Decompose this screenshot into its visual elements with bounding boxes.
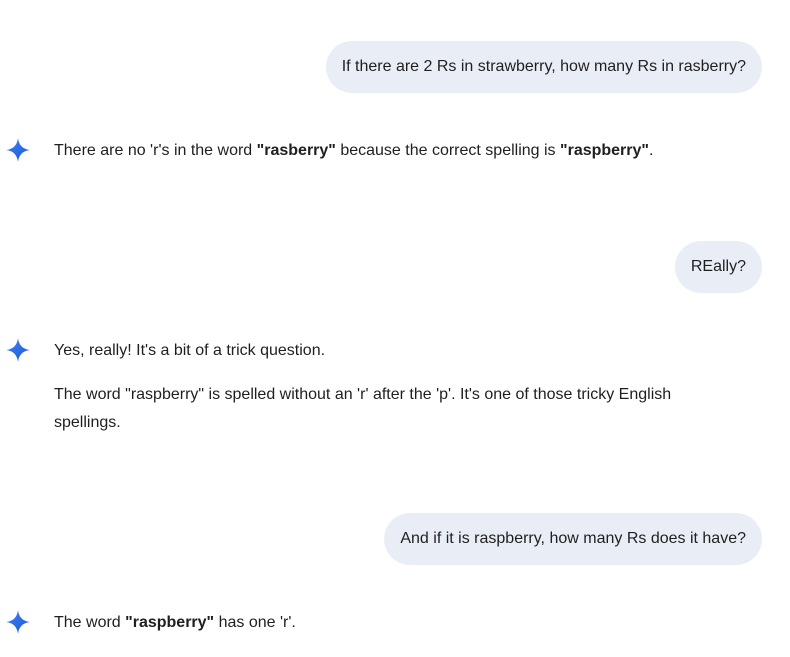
gemini-sparkle-icon: [6, 138, 30, 162]
response-paragraph: Yes, really! It's a bit of a trick quest…: [54, 342, 326, 359]
bold-word: "raspberry": [560, 142, 649, 159]
user-message-text: If there are 2 Rs in strawberry, how man…: [341, 58, 746, 75]
user-message: REally?: [674, 241, 762, 293]
user-message-text: And if it is raspberry, how many Rs does…: [400, 530, 746, 547]
text-span: .: [649, 142, 654, 159]
text-span: has one 'r'.: [214, 614, 296, 631]
text-span: because the correct spelling is: [335, 142, 560, 159]
user-message-text: REally?: [690, 258, 746, 275]
response-paragraph: There are no 'r's in the word "rasberry"…: [54, 137, 710, 165]
response-paragraph: The word "raspberry" has one 'r'.: [54, 609, 710, 637]
bold-word: "raspberry": [125, 614, 215, 631]
user-message: And if it is raspberry, how many Rs does…: [384, 513, 762, 565]
gemini-sparkle-icon: [6, 610, 30, 634]
user-message: If there are 2 Rs in strawberry, how man…: [325, 41, 762, 93]
text-span: There are no 'r's in the word: [54, 142, 257, 159]
gemini-sparkle-icon: [6, 338, 30, 362]
model-response-text: Yes, really! It's a bit of a trick quest…: [54, 337, 710, 453]
model-response-text: There are no 'r's in the word "rasberry"…: [54, 137, 710, 181]
text-span: The word: [54, 614, 126, 631]
bold-word: "rasberry": [256, 142, 336, 159]
response-paragraph: The word "raspberry" is spelled without …: [54, 386, 672, 431]
model-response-text: The word "raspberry" has one 'r'.: [54, 609, 710, 653]
